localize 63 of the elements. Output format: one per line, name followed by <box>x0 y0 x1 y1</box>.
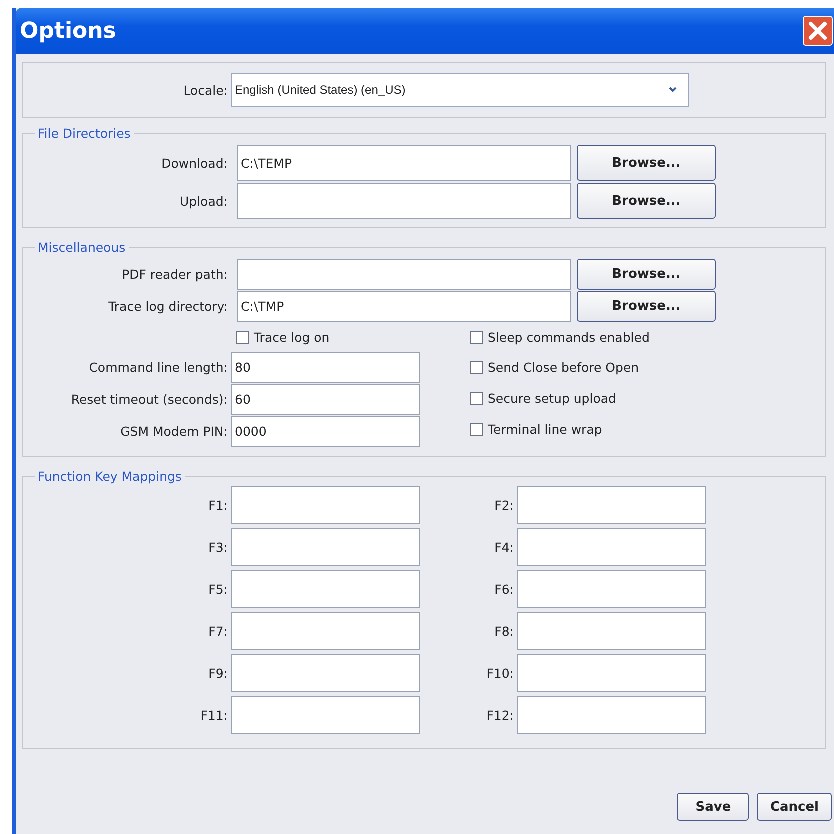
save-button[interactable]: Save <box>677 793 750 821</box>
input-field[interactable]: C:\TEMP <box>237 145 571 181</box>
checkbox-label: Send Close before Open <box>488 360 640 375</box>
input-field[interactable] <box>517 486 706 524</box>
section-title: Miscellaneous <box>37 240 127 255</box>
field-label: F11: <box>200 708 229 722</box>
field-label: F6: <box>494 582 515 596</box>
field-label: Trace log directory: <box>108 299 229 314</box>
input-field[interactable] <box>231 654 420 692</box>
checkbox-label: Secure setup upload <box>488 391 616 406</box>
input-field[interactable] <box>231 612 420 650</box>
field-label: F4: <box>494 540 515 554</box>
input-field[interactable]: 0000 <box>231 416 420 447</box>
input-field[interactable] <box>517 612 706 650</box>
field-label: GSM Modem PIN: <box>120 424 229 439</box>
browse-button[interactable]: Browse... <box>577 259 716 290</box>
locale-dropdown[interactable]: English (United States) (en_US) <box>231 73 689 107</box>
input-field[interactable] <box>231 696 420 734</box>
section-title: File Directories <box>37 126 132 141</box>
input-field[interactable] <box>517 696 706 734</box>
field-label: F7: <box>208 624 229 638</box>
input-field[interactable] <box>517 570 706 608</box>
input-field[interactable] <box>231 486 420 524</box>
input-field[interactable] <box>237 183 571 219</box>
field-label: F9: <box>208 666 229 680</box>
checkbox-label: Sleep commands enabled <box>488 330 650 344</box>
cancel-button[interactable]: Cancel <box>757 793 832 821</box>
field-label: F10: <box>486 666 515 680</box>
input-field[interactable]: C:\TMP <box>237 291 571 322</box>
field-label: F3: <box>208 540 229 554</box>
browse-button[interactable]: Browse... <box>577 145 716 181</box>
input-field[interactable]: 60 <box>231 384 420 415</box>
window-title: Options <box>20 18 116 44</box>
field-label: F1: <box>208 498 229 512</box>
input-field[interactable] <box>231 528 420 566</box>
field-label: Reset timeout (seconds): <box>70 392 229 407</box>
input-field[interactable] <box>237 259 571 290</box>
field-label: PDF reader path: <box>121 267 229 282</box>
field-label: F8: <box>494 624 515 638</box>
close-icon <box>807 20 829 42</box>
checkbox[interactable] <box>236 330 249 344</box>
section-title: Function Key Mappings <box>37 469 183 484</box>
input-field[interactable]: 80 <box>231 352 420 383</box>
close-button[interactable] <box>803 16 833 46</box>
input-field[interactable] <box>517 528 706 566</box>
field-label: F5: <box>208 582 229 596</box>
checkbox[interactable] <box>470 330 483 344</box>
field-label: F2: <box>494 498 515 512</box>
browse-button[interactable]: Browse... <box>577 291 716 322</box>
checkbox[interactable] <box>470 361 483 374</box>
field-label: Command line length: <box>88 360 229 375</box>
checkbox-label: Trace log on <box>254 330 330 344</box>
checkbox[interactable] <box>470 392 483 405</box>
checkbox-label: Terminal line wrap <box>488 422 602 437</box>
field-label: Locale: <box>182 82 229 98</box>
browse-button[interactable]: Browse... <box>577 183 716 219</box>
chevron-down-icon <box>668 86 678 94</box>
input-field[interactable] <box>517 654 706 692</box>
input-field[interactable] <box>231 570 420 608</box>
field-label: F12: <box>486 708 515 722</box>
checkbox[interactable] <box>470 423 483 436</box>
field-label: Upload: <box>178 194 229 208</box>
field-label: Download: <box>160 156 229 170</box>
